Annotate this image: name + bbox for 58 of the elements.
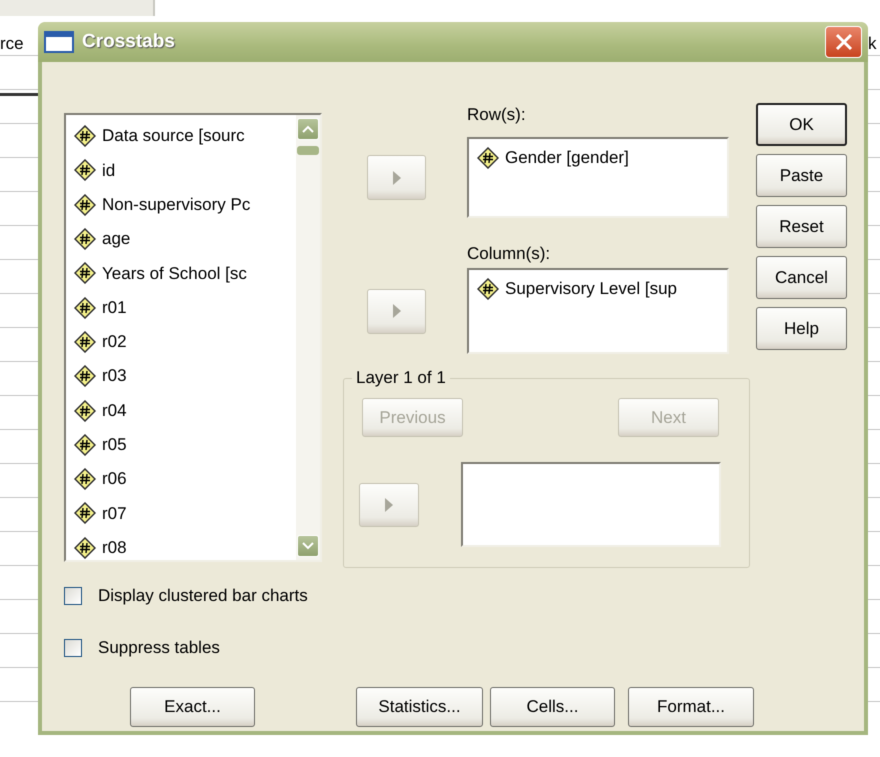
dialog-button[interactable]: Paste [756, 154, 847, 197]
variable-icon [74, 296, 96, 319]
variable-item[interactable]: Supervisory Level [sup [477, 276, 719, 302]
variable-icon [74, 159, 96, 182]
variable-icon [74, 365, 96, 388]
variable-item[interactable]: age [66, 222, 296, 256]
dialog-button[interactable]: Help [756, 307, 847, 350]
window-title: Crosstabs [82, 30, 175, 54]
dialog-button[interactable]: OK [756, 103, 847, 146]
variable-item[interactable]: r01 [66, 290, 296, 325]
right-arrow-icon [392, 303, 402, 319]
variable-icon [74, 400, 96, 422]
variable-icon [74, 330, 96, 353]
scroll-thumb[interactable] [297, 146, 319, 155]
dialog-button[interactable]: Cells... [490, 687, 615, 727]
variable-icon [74, 502, 96, 524]
variable-item[interactable]: Data source [sourc [66, 119, 296, 154]
close-icon [834, 32, 854, 52]
variable-item[interactable]: r06 [66, 462, 296, 496]
variable-icon [74, 228, 96, 250]
variable-item[interactable]: r07 [66, 496, 296, 531]
variable-item[interactable]: r08 [66, 530, 296, 560]
variable-icon [74, 434, 96, 456]
checkbox-label: Display clustered bar charts [98, 585, 308, 608]
variable-icon [74, 536, 96, 559]
right-arrow-icon [392, 170, 402, 186]
down-icon [302, 542, 314, 550]
variable-item[interactable]: r03 [66, 359, 296, 394]
variable-icon [74, 468, 96, 490]
variable-icon [477, 278, 499, 300]
scroll-down-button[interactable] [297, 535, 319, 557]
dialog-button[interactable]: Reset [756, 205, 847, 248]
variable-icon [74, 262, 96, 284]
variable-item[interactable]: r05 [66, 428, 296, 462]
field-label: Row(s): [467, 104, 526, 126]
scroll-up-button[interactable] [297, 118, 319, 140]
variable-item[interactable]: id [66, 153, 296, 188]
variable-item[interactable]: Non-supervisory Pc [66, 188, 296, 222]
variable-icon [74, 125, 96, 148]
field-label: Column(s): [467, 243, 550, 265]
scrollbar[interactable] [296, 115, 320, 560]
close-button[interactable] [825, 26, 862, 58]
checkbox[interactable] [64, 587, 82, 605]
right-arrow-icon [384, 496, 394, 512]
variable-item[interactable]: r04 [66, 393, 296, 428]
dialog-button[interactable]: Cancel [756, 256, 847, 299]
variable-item[interactable]: Gender [gender] [477, 145, 719, 170]
checkbox[interactable] [64, 639, 82, 657]
window-icon [44, 31, 74, 53]
variable-icon [74, 194, 96, 216]
dialog-button[interactable]: Statistics... [356, 687, 483, 727]
dialog-button[interactable]: Format... [628, 687, 754, 727]
up-icon [302, 125, 314, 133]
variable-item[interactable]: r02 [66, 324, 296, 360]
checkbox-label: Suppress tables [98, 637, 220, 660]
dialog-button[interactable]: Exact... [130, 687, 255, 727]
variable-item[interactable]: Years of School [sc [66, 256, 296, 290]
variable-icon [477, 146, 499, 169]
